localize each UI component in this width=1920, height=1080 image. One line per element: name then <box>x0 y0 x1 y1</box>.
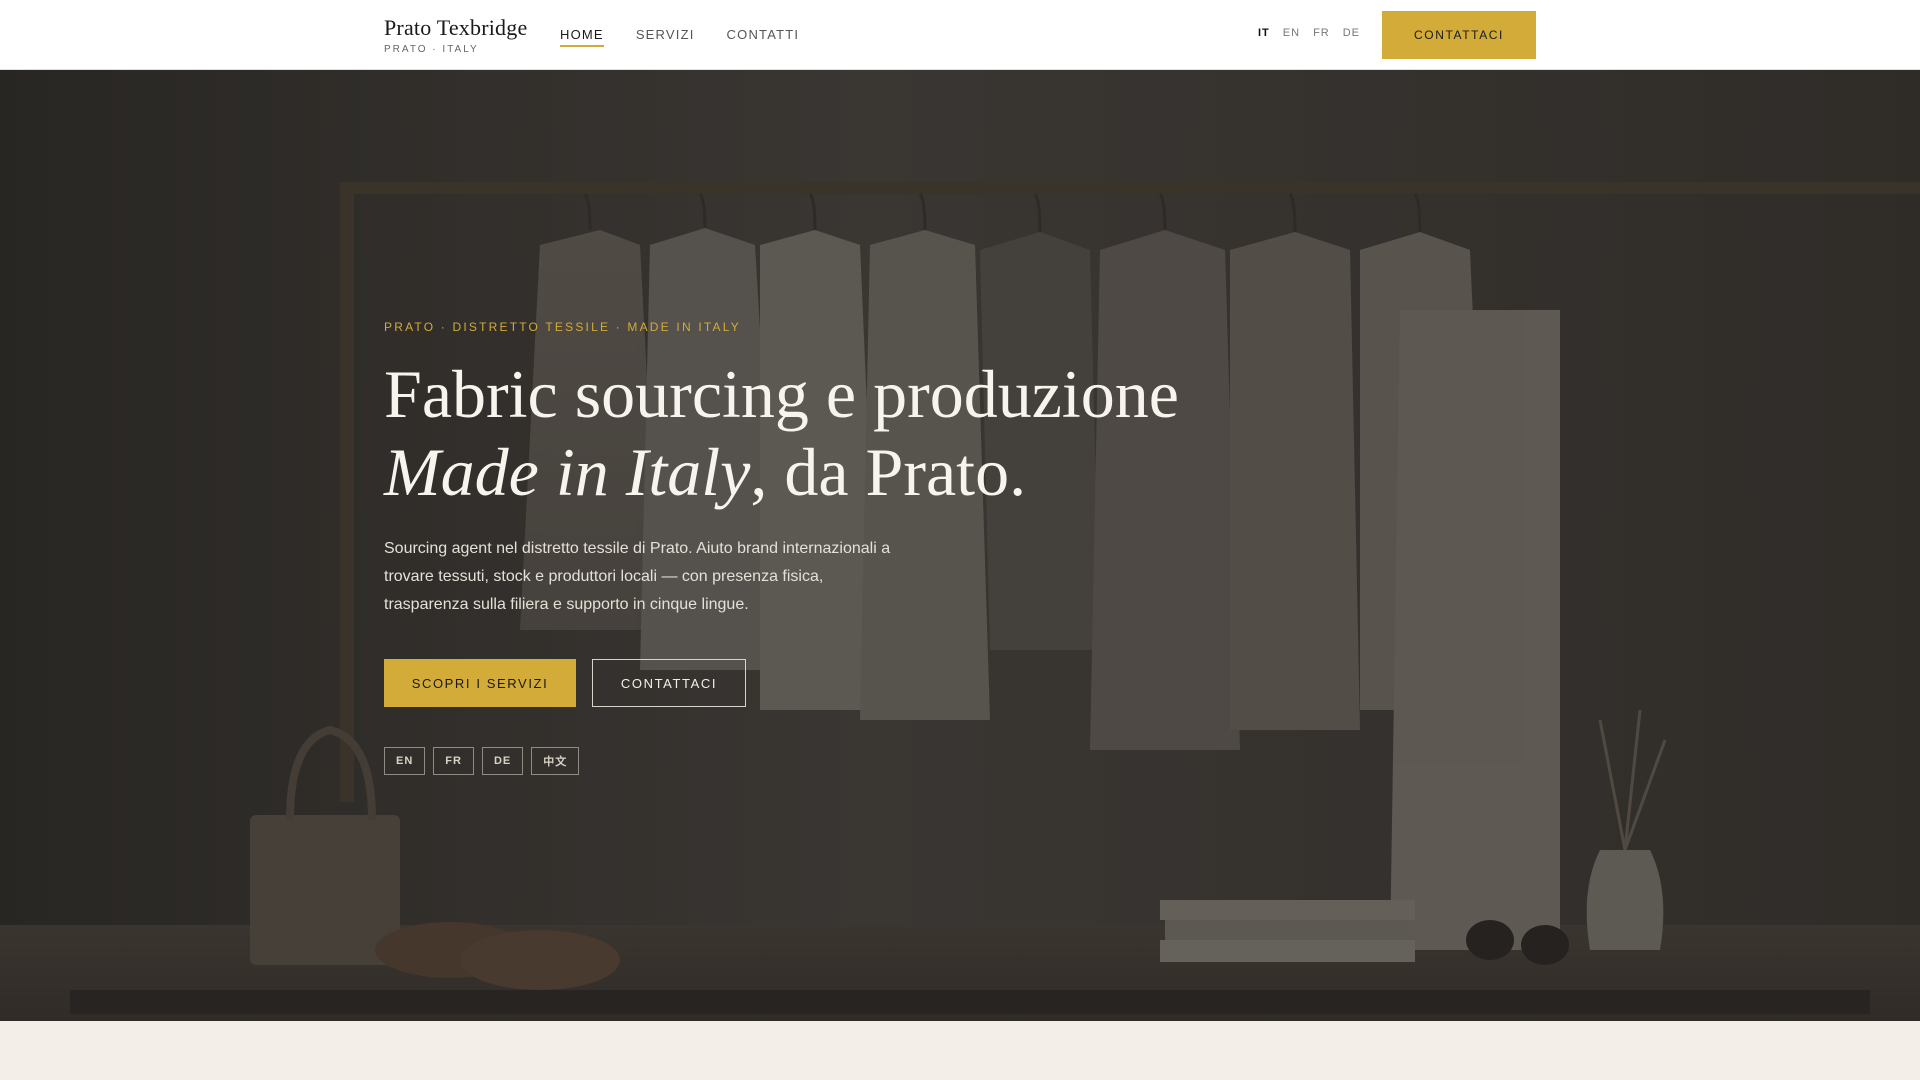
nav-item-home[interactable]: HOME <box>560 27 604 47</box>
chip-zh[interactable]: 中文 <box>531 747 580 775</box>
site-header: Prato Texbridge PRATO · ITALY HOME SERVI… <box>0 0 1920 70</box>
language-chips: EN FR DE 中文 <box>384 747 580 775</box>
hero-section: PRATO · DISTRETTO TESSILE · MADE IN ITAL… <box>0 70 1920 1021</box>
brand-logo[interactable]: Prato Texbridge PRATO · ITALY <box>384 15 527 55</box>
brand-tagline: PRATO · ITALY <box>384 44 479 55</box>
hero-contact-button[interactable]: CONTATTACI <box>592 659 746 707</box>
lang-de[interactable]: DE <box>1343 27 1360 39</box>
chip-fr[interactable]: FR <box>433 747 474 775</box>
lang-fr[interactable]: FR <box>1313 27 1330 39</box>
hero-headline: Fabric sourcing e produzione Made in Ita… <box>384 355 1284 511</box>
hero-content: PRATO · DISTRETTO TESSILE · MADE IN ITAL… <box>384 70 1284 1021</box>
nav-item-contatti[interactable]: CONTATTI <box>727 27 800 47</box>
chip-de[interactable]: DE <box>481 747 524 775</box>
language-switcher: IT EN FR DE <box>1258 27 1360 39</box>
header-contact-button[interactable]: CONTATTACI <box>1382 11 1536 59</box>
lang-en[interactable]: EN <box>1283 27 1300 39</box>
headline-italic: Made in Italy <box>384 434 751 510</box>
nav-item-servizi[interactable]: SERVIZI <box>636 27 695 47</box>
next-section <box>0 1021 1920 1080</box>
hero-lead: Sourcing agent nel distretto tessile di … <box>384 540 891 613</box>
headline-line-2: Made in Italy, da Prato. <box>384 433 1284 511</box>
chip-en[interactable]: EN <box>384 747 426 775</box>
headline-rest: , da Prato. <box>750 434 1027 510</box>
lang-it[interactable]: IT <box>1258 27 1270 39</box>
headline-line-1: Fabric sourcing e produzione <box>384 356 1179 432</box>
main-nav: HOME SERVIZI CONTATTI <box>560 27 799 47</box>
brand-name: Prato Texbridge <box>384 15 528 40</box>
discover-services-button[interactable]: SCOPRI I SERVIZI <box>384 659 576 707</box>
hero-kicker: PRATO · DISTRETTO TESSILE · MADE IN ITAL… <box>384 320 741 334</box>
